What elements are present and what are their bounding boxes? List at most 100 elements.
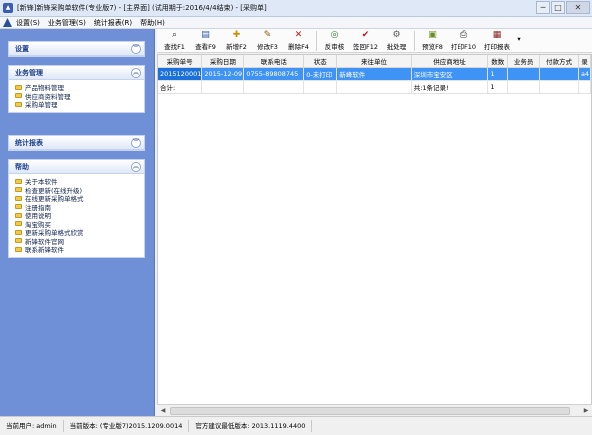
preview-button[interactable]: ▣ 预览F8	[417, 29, 448, 52]
menu-logo-icon	[3, 18, 12, 27]
folder-icon	[15, 195, 22, 201]
menu-help[interactable]: 帮助(H)	[140, 18, 165, 28]
print-report-dropdown[interactable]: ▾	[515, 29, 523, 52]
col-header[interactable]: 采购单号	[158, 55, 203, 68]
status-current-user: 当前用户: admin	[0, 420, 64, 432]
panel-help: 帮助 ︽ 关于本软件 检查更新(在线升级) 在线更新采购单格式 注册指南 使用说…	[8, 159, 145, 258]
sidebar-item-contact[interactable]: 联系新锋软件	[15, 245, 144, 254]
table-cell: 深圳市宝安区	[411, 67, 489, 81]
table-cell: 新峰软件	[336, 67, 412, 81]
print-button[interactable]: ⎙ 打印F10	[448, 29, 479, 52]
chevron-up-icon[interactable]: ︽	[131, 161, 141, 172]
panel-title: 帮助	[15, 162, 29, 171]
panel-reports: 统计报表 ︾	[8, 135, 145, 151]
summary-cell	[507, 80, 541, 94]
status-current-version: 当前版本: (专业版7)2015.1209.0014	[64, 420, 190, 432]
folder-icon	[15, 238, 22, 244]
batch-button[interactable]: ⚙ 批处理	[381, 29, 412, 52]
table-cell: 0755-89808745	[243, 67, 305, 81]
chevron-down-icon[interactable]: ︾	[131, 43, 141, 54]
table-cell	[507, 67, 541, 81]
folder-icon	[15, 187, 22, 193]
panel-settings-header[interactable]: 设置 ︾	[9, 42, 144, 56]
col-header[interactable]: 来往单位	[336, 55, 412, 68]
menu-settings[interactable]: 设置(S)	[16, 18, 40, 28]
window-title: [新锋]新锋采购单软件(专业版7) - [主界面] (试用期于:2016/4/4…	[17, 4, 267, 12]
print-report-icon: ▦	[492, 30, 502, 40]
col-header[interactable]: 数数	[487, 55, 509, 68]
summary-cell: 合计:	[158, 80, 203, 94]
purchase-order-grid: 采购单号 采购日期 联系电话 状态 来往单位 供应商地址 数数 业务员 付款方式…	[157, 54, 592, 416]
panel-business: 业务管理 ︽ 产品物料管理 供应商资料管理 采购单管理	[8, 65, 145, 113]
print-icon: ⎙	[459, 30, 468, 40]
sidebar: 设置 ︾ 业务管理 ︽ 产品物料管理 供应商资料管理 采购单管理 统计报表 ︾ …	[0, 29, 155, 416]
table-cell	[539, 67, 579, 81]
binoculars-icon: ⌕	[171, 30, 178, 40]
folder-icon	[15, 101, 22, 107]
menu-bar: 设置(S) 业务管理(S) 统计报表(R) 帮助(H)	[0, 17, 592, 29]
summary-cell: 1	[487, 80, 509, 94]
summary-cell: 共:1条记录!	[411, 80, 489, 94]
panel-reports-header[interactable]: 统计报表 ︾	[9, 136, 144, 150]
table-cell: a4	[578, 67, 591, 81]
delete-icon: ✕	[294, 30, 303, 40]
menu-business[interactable]: 业务管理(S)	[48, 18, 86, 28]
folder-icon	[15, 84, 22, 90]
table-header-row: 采购单号 采购日期 联系电话 状态 来往单位 供应商地址 数数 业务员 付款方式…	[158, 55, 591, 68]
title-bar: ▲ [新锋]新锋采购单软件(专业版7) - [主界面] (试用期于:2016/4…	[0, 0, 592, 17]
unaudit-button[interactable]: ◎ 反审核	[319, 29, 350, 52]
col-header[interactable]: 付款方式	[539, 55, 579, 68]
folder-icon	[15, 246, 22, 252]
checkmark-icon: ✔	[361, 30, 370, 40]
scroll-right-icon[interactable]: ▶	[581, 406, 591, 416]
toolbar-separator	[316, 31, 317, 51]
col-header[interactable]: 采购日期	[201, 55, 245, 68]
view-icon: ▤	[201, 30, 210, 40]
print-report-button[interactable]: ▦ 打印报表	[479, 29, 515, 52]
col-header[interactable]: 供应商地址	[411, 55, 489, 68]
close-button[interactable]: ✕	[566, 1, 590, 14]
panel-settings: 设置 ︾	[8, 41, 145, 57]
edit-button[interactable]: ✎ 修改F3	[252, 29, 283, 52]
window-controls: ─ □ ✕	[536, 1, 590, 14]
unaudit-icon: ◎	[330, 30, 339, 40]
table-cell: 2015120001	[158, 67, 203, 81]
scroll-thumb[interactable]	[170, 407, 570, 415]
col-header[interactable]: 状态	[303, 55, 338, 68]
batch-icon: ⚙	[392, 30, 401, 40]
table-cell: 2015-12-09	[201, 67, 245, 81]
summary-cell	[539, 80, 579, 94]
menu-reports[interactable]: 统计报表(R)	[94, 18, 132, 28]
folder-icon	[15, 204, 22, 210]
find-button[interactable]: ⌕ 查找F1	[159, 29, 190, 52]
col-header[interactable]: 联系电话	[243, 55, 305, 68]
new-button[interactable]: ✚ 新增F2	[221, 29, 252, 52]
chevron-up-icon[interactable]: ︽	[131, 67, 141, 78]
table-summary-row: 合计: 共:1条记录! 1	[158, 80, 591, 94]
minimize-button[interactable]: ─	[536, 1, 550, 14]
col-header[interactable]: 录	[578, 55, 591, 68]
table-cell: 0-未打印	[303, 67, 338, 81]
toolbar: ⌕ 查找F1 ▤ 查看F9 ✚ 新增F2 ✎ 修改F3 ✕ 删除F4 ◎ 反审核 ✔ 签回F1…	[157, 29, 592, 53]
folder-icon	[15, 221, 22, 227]
summary-cell	[243, 80, 305, 94]
scroll-left-icon[interactable]: ◀	[158, 406, 168, 416]
table-row[interactable]: 2015120001 2015-12-09 0755-89808745 0-未打…	[158, 67, 591, 81]
maximize-button[interactable]: □	[551, 1, 565, 14]
edit-icon: ✎	[263, 30, 272, 40]
summary-cell	[201, 80, 245, 94]
table-cell: 1	[487, 67, 509, 81]
horizontal-scrollbar[interactable]: ◀ ▶	[157, 404, 592, 416]
panel-help-header[interactable]: 帮助 ︽	[9, 160, 144, 174]
col-header[interactable]: 业务员	[507, 55, 541, 68]
view-button[interactable]: ▤ 查看F9	[190, 29, 221, 52]
panel-business-header[interactable]: 业务管理 ︽	[9, 66, 144, 80]
sidebar-item-purchase-orders[interactable]: 采购单管理	[15, 100, 144, 109]
delete-button[interactable]: ✕ 删除F4	[283, 29, 314, 52]
signback-button[interactable]: ✔ 签回F12	[350, 29, 381, 52]
panel-title: 业务管理	[15, 68, 43, 77]
panel-title: 设置	[15, 44, 29, 53]
chevron-down-icon[interactable]: ︾	[131, 137, 141, 148]
folder-icon	[15, 93, 22, 99]
summary-cell	[303, 80, 338, 94]
